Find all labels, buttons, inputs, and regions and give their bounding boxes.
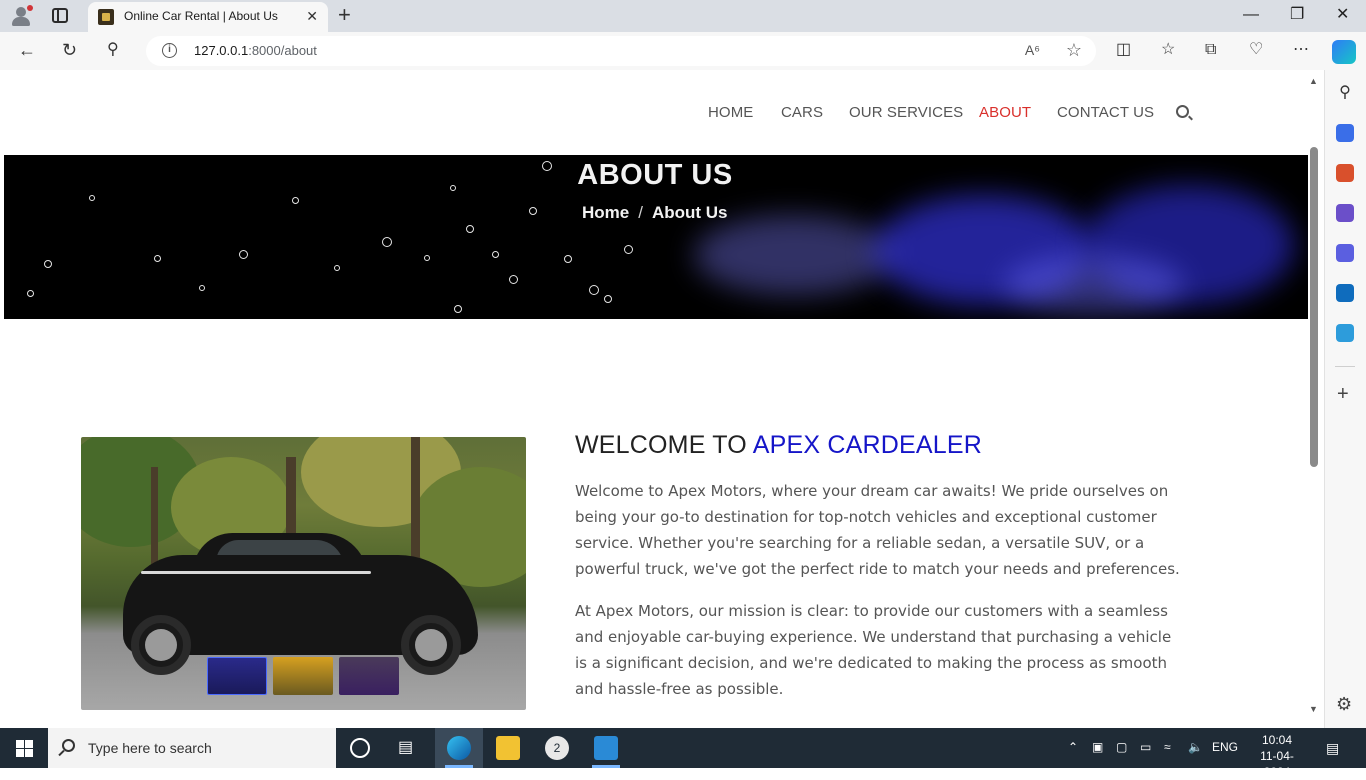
about-car-image <box>81 437 526 710</box>
page-viewport: HOME CARS OUR SERVICES ABOUT CONTACT US … <box>4 70 1308 728</box>
wifi-icon[interactable]: ≈ <box>1164 740 1171 754</box>
site-search-icon[interactable] <box>1176 105 1189 118</box>
taskbar-search-box[interactable]: Type here to search <box>48 728 336 768</box>
tray-app-icon[interactable]: ▢ <box>1116 740 1127 754</box>
battery-icon[interactable]: ▭ <box>1140 740 1151 754</box>
more-menu-icon[interactable]: ⋯ <box>1293 41 1309 59</box>
sidebar-games-icon[interactable] <box>1336 204 1354 222</box>
about-heading-prefix: WELCOME TO <box>575 431 753 459</box>
breadcrumb-separator: / <box>638 203 643 222</box>
breadcrumb-home-link[interactable]: Home <box>582 203 629 222</box>
sidebar-shopping-icon[interactable] <box>1336 124 1354 142</box>
cortana-icon[interactable] <box>350 738 370 758</box>
whatsapp-icon[interactable]: 2 <box>545 736 569 760</box>
car-rear-wheel <box>401 615 461 675</box>
show-hidden-icons-chevron-up-icon[interactable]: ⌃ <box>1068 740 1078 754</box>
sidebar-divider <box>1335 366 1355 367</box>
edge-browser-icon[interactable] <box>447 736 471 760</box>
browser-toolbar: ← ↻ ⚲ i 127.0.0.1:8000/about A⁶ ☆ ◫ ☆ ⧉ … <box>0 32 1366 70</box>
about-heading-brand: APEX CARDEALER <box>752 431 982 459</box>
thumbnail-blue-car[interactable] <box>207 657 267 695</box>
nav-about-link[interactable]: ABOUT <box>979 104 1031 121</box>
task-view-icon[interactable]: ▤ <box>398 736 422 760</box>
favorites-icon[interactable]: ☆ <box>1161 41 1175 59</box>
clock-date: 11-04-2024 <box>1260 749 1294 779</box>
about-paragraph-1: Welcome to Apex Motors, where your dream… <box>575 482 1180 578</box>
vscode-icon[interactable] <box>594 736 618 760</box>
about-content: WELCOME TO APEX CARDEALER Welcome to Ape… <box>575 431 1185 702</box>
edge-sidebar: ⚲ + ⚙ <box>1324 70 1366 728</box>
clock-time: 10:04 <box>1261 733 1293 747</box>
thumbnail-purple-car[interactable] <box>339 657 399 695</box>
nav-services-link[interactable]: OUR SERVICES <box>849 104 963 121</box>
tab-title: Online Car Rental | About Us <box>124 9 278 23</box>
volume-icon[interactable]: 🔈 <box>1188 740 1203 754</box>
tab-actions-icon[interactable] <box>52 8 68 23</box>
url-text: 127.0.0.1:8000/about <box>194 43 317 58</box>
about-heading: WELCOME TO APEX CARDEALER <box>575 431 1185 460</box>
refresh-icon[interactable]: ↻ <box>62 40 77 60</box>
sidebar-drop-icon[interactable] <box>1336 324 1354 342</box>
browser-tab-strip: Online Car Rental | About Us ✕ + — ❐ ✕ <box>0 0 1366 32</box>
minimize-window-icon[interactable]: — <box>1243 5 1259 25</box>
back-arrow-icon[interactable]: ← <box>18 40 36 60</box>
restore-window-icon[interactable]: ❐ <box>1290 5 1304 25</box>
split-screen-icon[interactable]: ◫ <box>1116 41 1131 59</box>
scroll-down-icon[interactable]: ▼ <box>1309 704 1318 714</box>
windows-taskbar: Type here to search ▤ 2 ⌃ ▣ ▢ ▭ ≈ 🔈 ENG … <box>0 728 1366 779</box>
taskbar-search-placeholder: Type here to search <box>88 740 212 756</box>
page-scrollbar[interactable]: ▲ ▼ <box>1308 70 1322 728</box>
profile-icon[interactable] <box>10 5 33 27</box>
notification-center-icon[interactable]: ▤ <box>1326 740 1339 757</box>
car-front-wheel <box>131 615 191 675</box>
close-tab-icon[interactable]: ✕ <box>306 8 318 24</box>
new-tab-button[interactable]: + <box>338 4 351 26</box>
favorite-star-icon[interactable]: ☆ <box>1066 40 1082 61</box>
sidebar-tools-icon[interactable] <box>1336 164 1354 182</box>
sidebar-microsoft365-icon[interactable] <box>1336 244 1354 262</box>
search-icon[interactable]: ⚲ <box>107 40 119 60</box>
sidebar-search-icon[interactable]: ⚲ <box>1336 84 1354 102</box>
banner-title: ABOUT US <box>577 159 733 191</box>
file-explorer-icon[interactable] <box>496 736 520 760</box>
collections-icon[interactable]: ⧉ <box>1205 41 1216 59</box>
sidebar-outlook-icon[interactable] <box>1336 284 1354 302</box>
browser-essentials-icon[interactable]: ♡ <box>1249 41 1263 59</box>
site-navbar: HOME CARS OUR SERVICES ABOUT CONTACT US <box>4 70 1308 155</box>
language-indicator[interactable]: ENG <box>1212 740 1238 754</box>
breadcrumb: Home / About Us <box>582 203 728 223</box>
browser-tab-active[interactable]: Online Car Rental | About Us ✕ <box>88 2 328 32</box>
scrollbar-thumb[interactable] <box>1310 147 1318 467</box>
page-banner: ABOUT US Home / About Us <box>4 155 1308 319</box>
nav-cars-link[interactable]: CARS <box>781 104 823 121</box>
copilot-icon[interactable] <box>1332 40 1356 64</box>
address-bar[interactable]: i 127.0.0.1:8000/about A⁶ ☆ <box>146 36 1096 66</box>
close-window-icon[interactable]: ✕ <box>1336 5 1349 25</box>
site-info-icon[interactable]: i <box>162 43 177 58</box>
thumbnail-yellow-car[interactable] <box>273 657 333 695</box>
site-favicon-icon <box>98 9 114 25</box>
windows-start-icon[interactable] <box>16 740 33 757</box>
nav-contact-link[interactable]: CONTACT US <box>1057 104 1154 121</box>
sidebar-add-icon[interactable]: + <box>1337 384 1349 404</box>
nav-home-link[interactable]: HOME <box>708 104 753 121</box>
taskbar-clock[interactable]: 10:04 11-04-2024 <box>1250 732 1304 780</box>
about-paragraph-2: At Apex Motors, our mission is clear: to… <box>575 602 1172 698</box>
meet-now-icon[interactable]: ▣ <box>1092 740 1103 754</box>
read-aloud-icon[interactable]: A⁶ <box>1025 42 1040 58</box>
breadcrumb-current: About Us <box>651 203 728 222</box>
taskbar-search-icon <box>62 739 75 752</box>
scroll-up-icon[interactable]: ▲ <box>1309 76 1318 86</box>
sidebar-settings-icon[interactable]: ⚙ <box>1336 694 1352 714</box>
